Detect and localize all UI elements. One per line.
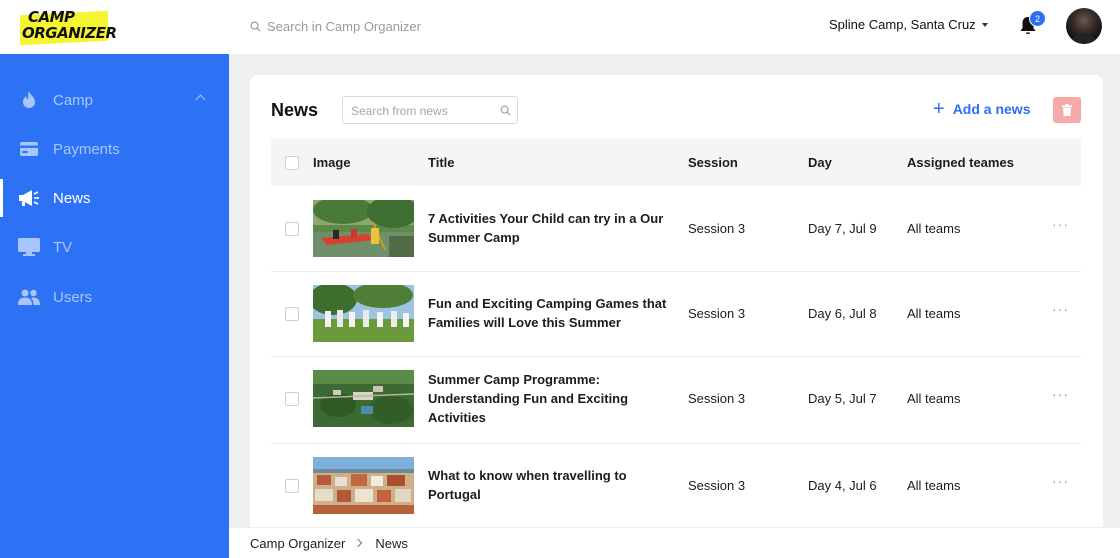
global-search[interactable]: Search in Camp Organizer <box>250 17 421 35</box>
row-checkbox[interactable] <box>285 392 299 406</box>
news-title[interactable]: Fun and Exciting Camping Games that Fami… <box>428 294 668 332</box>
news-thumbnail-image <box>313 200 414 257</box>
sidebar-item-label: Payments <box>53 140 120 158</box>
news-teams: All teams <box>907 306 961 321</box>
table-row[interactable]: 7 Activities Your Child can try in a Our… <box>271 186 1081 272</box>
row-checkbox[interactable] <box>285 479 299 493</box>
news-day: Day 4, Jul 6 <box>808 478 877 493</box>
news-title[interactable]: What to know when travelling to Portugal <box>428 466 668 504</box>
sidebar-item-label: TV <box>53 238 73 256</box>
add-news-label: Add a news <box>952 101 1031 117</box>
chevron-right-icon <box>354 538 363 548</box>
news-session: Session 3 <box>688 221 746 236</box>
breadcrumb-root[interactable]: Camp Organizer <box>250 536 345 551</box>
table-row[interactable]: Summer Camp Programme: Understanding Fun… <box>271 356 1081 444</box>
sidebar-item-users[interactable]: Users <box>0 282 229 312</box>
plus-icon: + <box>933 98 945 120</box>
users-icon <box>18 287 40 307</box>
credit-card-icon <box>18 139 40 159</box>
row-checkbox[interactable] <box>285 222 299 236</box>
sidebar-item-tv[interactable]: TV <box>0 232 229 262</box>
column-header-session[interactable]: Session <box>688 155 738 170</box>
table-row[interactable]: Fun and Exciting Camping Games that Fami… <box>271 271 1081 357</box>
more-options-icon[interactable]: ··· <box>1052 216 1069 232</box>
trash-icon <box>1062 104 1072 116</box>
logo-line-1: CAMP <box>28 8 75 26</box>
news-session: Session 3 <box>688 306 746 321</box>
news-day: Day 7, Jul 9 <box>808 221 877 236</box>
more-options-icon[interactable]: ··· <box>1052 386 1069 402</box>
flame-icon <box>18 90 40 110</box>
news-title[interactable]: 7 Activities Your Child can try in a Our… <box>428 209 668 247</box>
camp-selector-label: Spline Camp, Santa Cruz <box>829 17 976 32</box>
sidebar-item-label: Camp <box>53 91 94 109</box>
add-news-button[interactable]: + Add a news <box>933 98 1031 120</box>
column-header-day[interactable]: Day <box>808 155 832 170</box>
news-thumbnail-image <box>313 370 414 427</box>
news-teams: All teams <box>907 478 961 493</box>
monitor-icon <box>18 237 40 257</box>
news-teams: All teams <box>907 221 961 236</box>
megaphone-icon <box>18 188 40 208</box>
sidebar-item-label: News <box>53 189 91 207</box>
sidebar: Camp Payments News TV Users <box>0 54 229 558</box>
delete-button[interactable] <box>1053 97 1081 123</box>
news-panel: News Search from news + Add a news Image… <box>250 75 1103 558</box>
news-thumbnail-image <box>313 457 414 514</box>
news-search-placeholder: Search from news <box>351 104 448 118</box>
sidebar-item-label: Users <box>53 288 93 306</box>
caret-down-icon <box>981 22 988 27</box>
chevron-up-icon[interactable] <box>195 94 206 105</box>
sidebar-item-payments[interactable]: Payments <box>0 134 229 164</box>
more-options-icon[interactable]: ··· <box>1052 473 1069 489</box>
camp-selector[interactable]: Spline Camp, Santa Cruz <box>829 17 988 32</box>
row-checkbox[interactable] <box>285 307 299 321</box>
table-row[interactable]: What to know when travelling to Portugal… <box>271 443 1081 529</box>
news-teams: All teams <box>907 391 961 406</box>
news-session: Session 3 <box>688 478 746 493</box>
search-icon <box>500 105 511 116</box>
user-avatar[interactable] <box>1066 8 1102 44</box>
more-options-icon[interactable]: ··· <box>1052 301 1069 317</box>
news-title[interactable]: Summer Camp Programme: Understanding Fun… <box>428 370 668 427</box>
column-header-title[interactable]: Title <box>428 155 455 170</box>
sidebar-item-camp[interactable]: Camp <box>0 85 229 115</box>
page-title: News <box>271 100 319 120</box>
news-session: Session 3 <box>688 391 746 406</box>
select-all-checkbox[interactable] <box>285 156 299 170</box>
news-day: Day 6, Jul 8 <box>808 306 877 321</box>
column-header-image[interactable]: Image <box>313 155 351 170</box>
column-header-teams[interactable]: Assigned teames <box>907 155 1014 170</box>
breadcrumb-current: News <box>375 535 408 551</box>
global-search-input[interactable]: Search in Camp Organizer <box>267 19 421 34</box>
search-icon <box>250 21 261 32</box>
table-header: Image Title Session Day Assigned teames <box>271 139 1081 186</box>
notification-badge: 2 <box>1029 10 1046 27</box>
news-thumbnail-image <box>313 285 414 342</box>
news-search-input[interactable]: Search from news <box>342 96 518 124</box>
news-day: Day 5, Jul 7 <box>808 391 877 406</box>
logo-line-2: ORGANIZER <box>22 24 117 42</box>
breadcrumb: Camp Organizer News <box>229 527 1120 558</box>
top-bar: CAMP ORGANIZER Search in Camp Organizer … <box>0 0 1120 54</box>
camp-organizer-logo[interactable]: CAMP ORGANIZER <box>18 8 117 44</box>
sidebar-item-news[interactable]: News <box>0 179 229 217</box>
